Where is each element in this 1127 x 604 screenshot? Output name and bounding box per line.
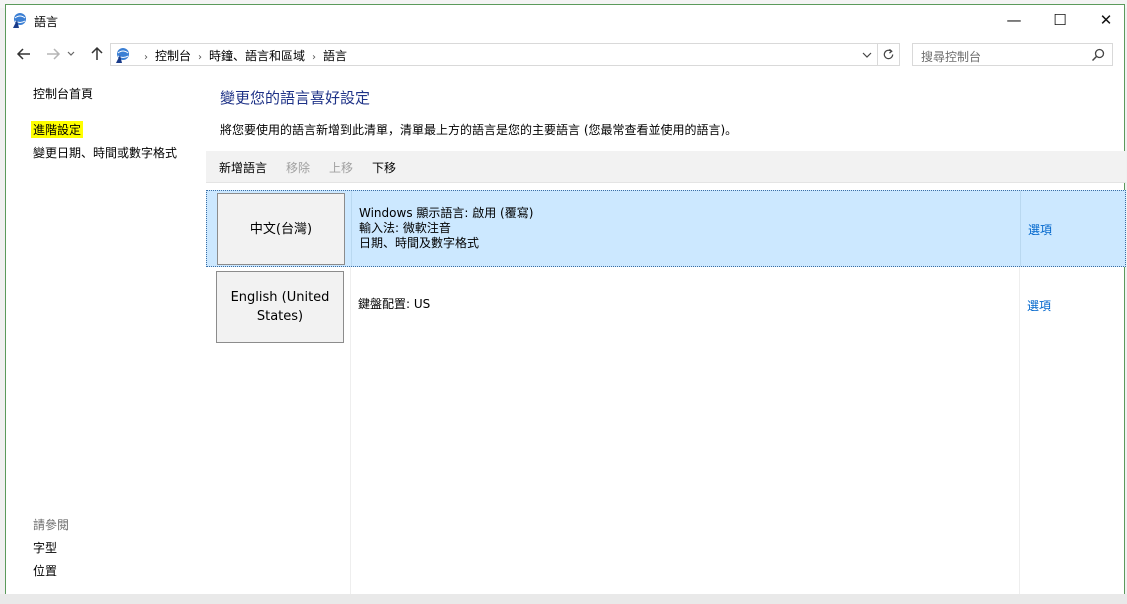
date-time-format: 日期、時間及數字格式	[359, 236, 480, 250]
search-icon[interactable]	[1090, 47, 1106, 63]
page-description: 將您要使用的語言新增到此清單，清單最上方的語言是您的主要語言 (您最常查看並使用…	[220, 123, 738, 137]
language-options-link[interactable]: 選項	[1028, 221, 1052, 238]
fonts-link[interactable]: 字型	[33, 539, 57, 556]
move-down-button[interactable]: 下移	[372, 159, 396, 176]
minimize-icon[interactable]: —	[991, 5, 1037, 35]
control-panel-home-link[interactable]: 控制台首頁	[33, 85, 93, 102]
see-also-heading: 請參閱	[33, 518, 70, 532]
breadcrumb-item-language[interactable]: 語言	[323, 49, 347, 63]
language-details: Windows 顯示語言: 啟用 (覆寫) 輸入法: 微軟注音 日期、時間及數字…	[359, 206, 533, 251]
language-tile[interactable]: English (United States)	[216, 271, 344, 343]
chevron-right-icon[interactable]: ›	[198, 52, 202, 63]
breadcrumb-item-control-panel[interactable]: 控制台	[155, 49, 191, 63]
recent-dropdown-icon[interactable]	[64, 43, 78, 65]
search-placeholder: 搜尋控制台	[921, 50, 982, 64]
breadcrumb-item-clock-language-region[interactable]: 時鐘、語言和區域	[209, 49, 305, 63]
forward-arrow-icon[interactable]	[42, 43, 64, 65]
navigation-bar: › 控制台 › 時鐘、語言和區域 › 語言 搜尋控制台	[6, 39, 1124, 69]
background-taskbar-edge	[0, 594, 1127, 604]
breadcrumb: › 控制台 › 時鐘、語言和區域 › 語言	[137, 47, 347, 64]
refresh-icon[interactable]	[877, 44, 899, 65]
close-icon[interactable]: ✕	[1083, 5, 1127, 35]
maximize-icon[interactable]: ☐	[1037, 5, 1083, 35]
language-toolbar: 新增語言 移除 上移 下移	[206, 151, 1126, 183]
left-pane: 控制台首頁 進階設定 變更日期、時間或數字格式 請參閱 字型 位置	[6, 71, 206, 591]
add-language-button[interactable]: 新增語言	[219, 159, 267, 176]
page-title: 變更您的語言喜好設定	[220, 89, 371, 107]
language-list: 中文(台灣) Windows 顯示語言: 啟用 (覆寫) 輸入法: 微軟注音 日…	[206, 190, 1126, 596]
control-panel-icon	[116, 48, 129, 63]
language-options-link[interactable]: 選項	[1027, 297, 1051, 314]
column-divider	[351, 191, 352, 266]
remove-button[interactable]: 移除	[286, 159, 310, 176]
language-details: 鍵盤配置: US	[358, 297, 430, 312]
keyboard-layout: 鍵盤配置: US	[358, 297, 431, 311]
change-date-format-link[interactable]: 變更日期、時間或數字格式	[33, 144, 177, 161]
location-link[interactable]: 位置	[33, 562, 57, 579]
window-title: 語言	[34, 15, 59, 29]
language-row-en-us[interactable]: English (United States) 鍵盤配置: US 選項	[206, 269, 1126, 349]
input-method: 輸入法: 微軟注音	[359, 221, 451, 235]
search-input[interactable]: 搜尋控制台	[912, 43, 1113, 66]
language-tile[interactable]: 中文(台灣)	[217, 193, 345, 265]
title-bar: 語言 — ☐ ✕	[6, 5, 1124, 35]
chevron-right-icon[interactable]: ›	[312, 52, 316, 63]
chevron-right-icon: ›	[144, 52, 148, 63]
display-language-status: Windows 顯示語言: 啟用 (覆寫)	[359, 206, 534, 220]
back-arrow-icon[interactable]	[13, 43, 35, 65]
move-up-button[interactable]: 上移	[329, 159, 353, 176]
address-dropdown-icon[interactable]	[859, 46, 875, 64]
address-bar[interactable]: › 控制台 › 時鐘、語言和區域 › 語言	[110, 43, 900, 66]
language-window: 語言 — ☐ ✕ › 控制台 › 時鐘、語言和區域 › 語言 搜尋控制台 控制台…	[5, 4, 1126, 596]
control-panel-icon	[13, 13, 26, 28]
language-row-zh-tw[interactable]: 中文(台灣) Windows 顯示語言: 啟用 (覆寫) 輸入法: 微軟注音 日…	[206, 190, 1126, 267]
column-divider	[1020, 191, 1021, 266]
advanced-settings-link[interactable]: 進階設定	[31, 121, 84, 138]
up-arrow-icon[interactable]	[86, 43, 108, 65]
